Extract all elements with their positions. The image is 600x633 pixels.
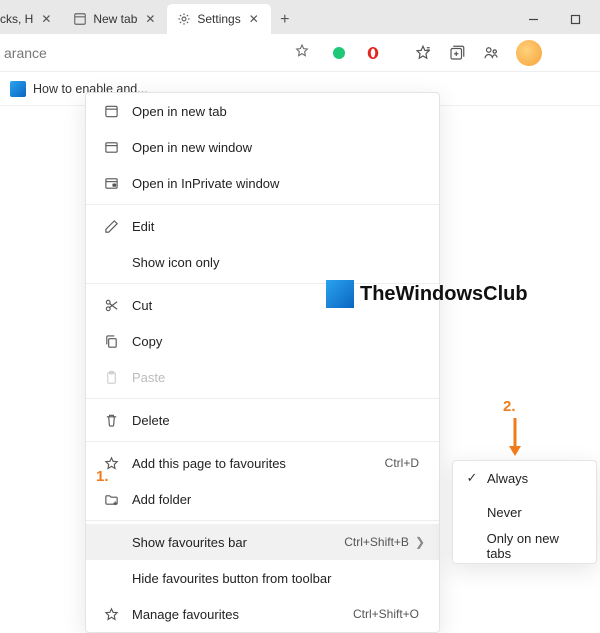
check-icon: ✓ xyxy=(465,470,479,486)
menu-label: Copy xyxy=(122,334,425,349)
submenu-label: Never xyxy=(487,505,522,520)
menu-open-new-window[interactable]: Open in new window xyxy=(86,129,439,165)
window-icon xyxy=(100,140,122,155)
new-tab-icon xyxy=(100,104,122,119)
watermark-logo-icon xyxy=(326,280,354,308)
favorites-icon[interactable] xyxy=(408,38,438,68)
gear-icon xyxy=(177,12,191,26)
annotation-1: 1. xyxy=(96,468,109,485)
menu-shortcut: Ctrl+Shift+B xyxy=(344,535,415,549)
favorite-star-icon[interactable] xyxy=(294,43,310,62)
menu-paste: Paste xyxy=(86,359,439,395)
menu-label: Open in new tab xyxy=(122,104,425,119)
close-icon[interactable]: ✕ xyxy=(143,12,157,26)
scissors-icon xyxy=(100,298,122,313)
menu-label: Hide favourites button from toolbar xyxy=(122,571,425,586)
menu-open-inprivate[interactable]: Open in InPrivate window xyxy=(86,165,439,201)
submenu-label: Always xyxy=(487,471,528,486)
tab-partial[interactable]: cks, H ✕ xyxy=(0,4,63,34)
annotation-2: 2. xyxy=(503,398,516,415)
menu-hide-favourites-button[interactable]: Hide favourites button from toolbar xyxy=(86,560,439,596)
separator xyxy=(86,520,439,521)
tab-label: cks, H xyxy=(0,12,33,26)
menu-label: Show favourites bar xyxy=(122,535,344,550)
annotation-arrow-icon xyxy=(508,416,522,458)
separator xyxy=(86,398,439,399)
toolbar: arance xyxy=(0,34,600,72)
menu-add-folder[interactable]: Add folder xyxy=(86,481,439,517)
profile-avatar[interactable] xyxy=(516,40,542,66)
menu-label: Add this page to favourites xyxy=(122,456,385,471)
submenu-never[interactable]: Never xyxy=(453,495,596,529)
watermark-text: TheWindowsClub xyxy=(360,283,528,306)
tab-settings[interactable]: Settings ✕ xyxy=(167,4,270,34)
menu-edit[interactable]: Edit xyxy=(86,208,439,244)
maximize-button[interactable] xyxy=(554,4,596,34)
tab-label: New tab xyxy=(93,12,137,26)
watermark: TheWindowsClub xyxy=(326,280,528,308)
menu-delete[interactable]: Delete xyxy=(86,402,439,438)
submenu-always[interactable]: ✓ Always xyxy=(453,461,596,495)
page-icon xyxy=(73,12,87,26)
site-icon xyxy=(10,81,26,97)
tab-strip: cks, H ✕ New tab ✕ Settings ✕ + xyxy=(0,0,600,34)
submenu-label: Only on new tabs xyxy=(487,531,584,561)
separator xyxy=(86,441,439,442)
close-icon[interactable]: ✕ xyxy=(247,12,261,26)
menu-label: Paste xyxy=(122,370,425,385)
menu-label: Add folder xyxy=(122,492,425,507)
menu-add-favourite[interactable]: Add this page to favourites Ctrl+D xyxy=(86,445,439,481)
grammarly-icon[interactable] xyxy=(324,38,354,68)
opera-icon[interactable] xyxy=(358,38,388,68)
menu-label: Open in new window xyxy=(122,140,425,155)
menu-manage-favourites[interactable]: Manage favourites Ctrl+Shift+O xyxy=(86,596,439,632)
menu-label: Edit xyxy=(122,219,425,234)
separator xyxy=(86,204,439,205)
context-menu: Open in new tab Open in new window Open … xyxy=(85,92,440,633)
window-controls xyxy=(512,4,596,34)
copy-icon xyxy=(100,334,122,349)
close-icon[interactable]: ✕ xyxy=(39,12,53,26)
profile-sync-icon[interactable] xyxy=(476,38,506,68)
menu-label: Open in InPrivate window xyxy=(122,176,425,191)
folder-plus-icon xyxy=(100,492,122,507)
show-favourites-bar-submenu: ✓ Always Never Only on new tabs xyxy=(452,460,597,564)
chevron-right-icon: ❯ xyxy=(415,535,425,549)
menu-show-favourites-bar[interactable]: Show favourites bar Ctrl+Shift+B ❯ xyxy=(86,524,439,560)
menu-label: Show icon only xyxy=(122,255,425,270)
menu-label: Manage favourites xyxy=(122,607,353,622)
address-text: arance xyxy=(4,45,47,61)
pencil-icon xyxy=(100,219,122,234)
submenu-only-new-tabs[interactable]: Only on new tabs xyxy=(453,529,596,563)
new-tab-button[interactable]: + xyxy=(271,6,299,34)
menu-shortcut: Ctrl+Shift+O xyxy=(353,607,425,621)
collections-icon[interactable] xyxy=(442,38,472,68)
menu-label: Delete xyxy=(122,413,425,428)
menu-shortcut: Ctrl+D xyxy=(385,456,425,470)
menu-copy[interactable]: Copy xyxy=(86,323,439,359)
inprivate-icon xyxy=(100,176,122,191)
address-bar[interactable]: arance xyxy=(0,38,320,68)
menu-show-icon-only[interactable]: Show icon only xyxy=(86,244,439,280)
star-icon xyxy=(100,607,122,622)
menu-open-new-tab[interactable]: Open in new tab xyxy=(86,93,439,129)
tab-label: Settings xyxy=(197,12,240,26)
tab-new-tab[interactable]: New tab ✕ xyxy=(63,4,167,34)
trash-icon xyxy=(100,413,122,428)
clipboard-icon xyxy=(100,370,122,385)
minimize-button[interactable] xyxy=(512,4,554,34)
